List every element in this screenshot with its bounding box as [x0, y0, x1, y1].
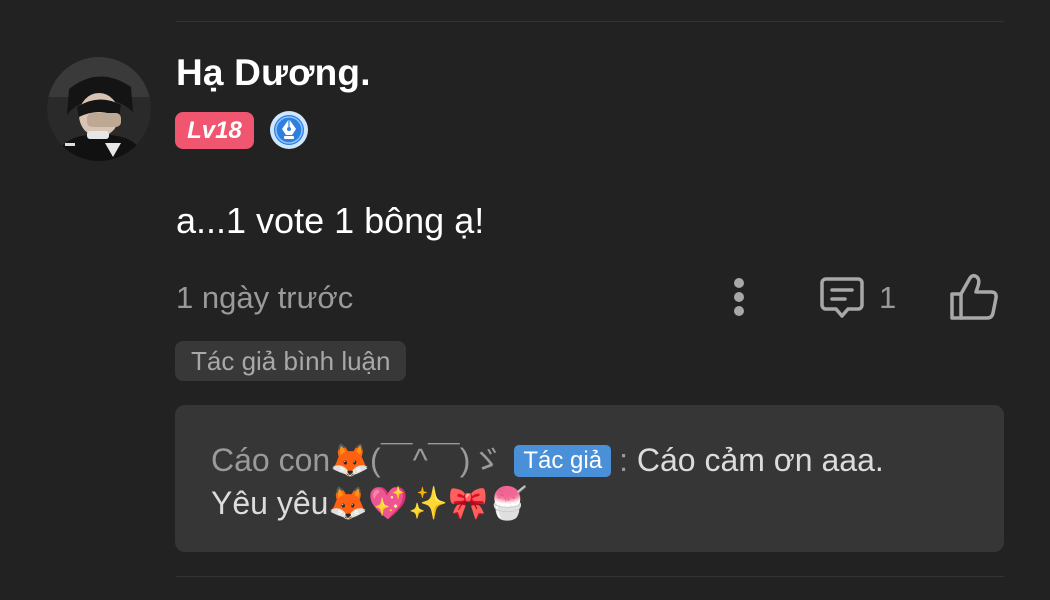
reply-count: 1 [879, 280, 897, 315]
more-options-button[interactable] [722, 274, 756, 320]
reply-separator: : [619, 442, 628, 478]
comment-icon [820, 277, 864, 318]
top-divider [176, 21, 1004, 22]
avatar-image [47, 57, 151, 161]
author-tag: Tác giả [514, 445, 612, 477]
comment-text: a...1 vote 1 bông ạ! [176, 200, 485, 241]
like-button[interactable] [948, 272, 1000, 322]
comment-timestamp: 1 ngày trước [176, 280, 354, 315]
username[interactable]: Hạ Dương. [176, 52, 371, 94]
author-comment-tag: Tác giả bình luận [175, 341, 407, 381]
reply-button[interactable]: 1 [818, 272, 902, 320]
reply-text-line-2: Yêu yêu🦊💖✨🎀🍧 [211, 485, 528, 521]
reply-text-line-1: Cáo cảm ơn aaa. [636, 442, 884, 478]
reply-preview[interactable]: Cáo con🦊(￣^￣)ゞ Tác giả: Cáo cảm ơn aaa. Y… [175, 405, 1004, 552]
thumbs-up-icon [950, 273, 998, 320]
user-avatar[interactable] [47, 57, 151, 161]
bottom-divider [176, 576, 1004, 577]
level-badge: Lv18 [175, 112, 254, 149]
reply-line-1: Cáo con🦊(￣^￣)ゞ Tác giả: Cáo cảm ơn aaa. [211, 440, 884, 480]
reply-author-name[interactable]: Cáo con🦊(￣^￣)ゞ [211, 442, 502, 478]
pen-nib-author-icon [269, 110, 309, 150]
